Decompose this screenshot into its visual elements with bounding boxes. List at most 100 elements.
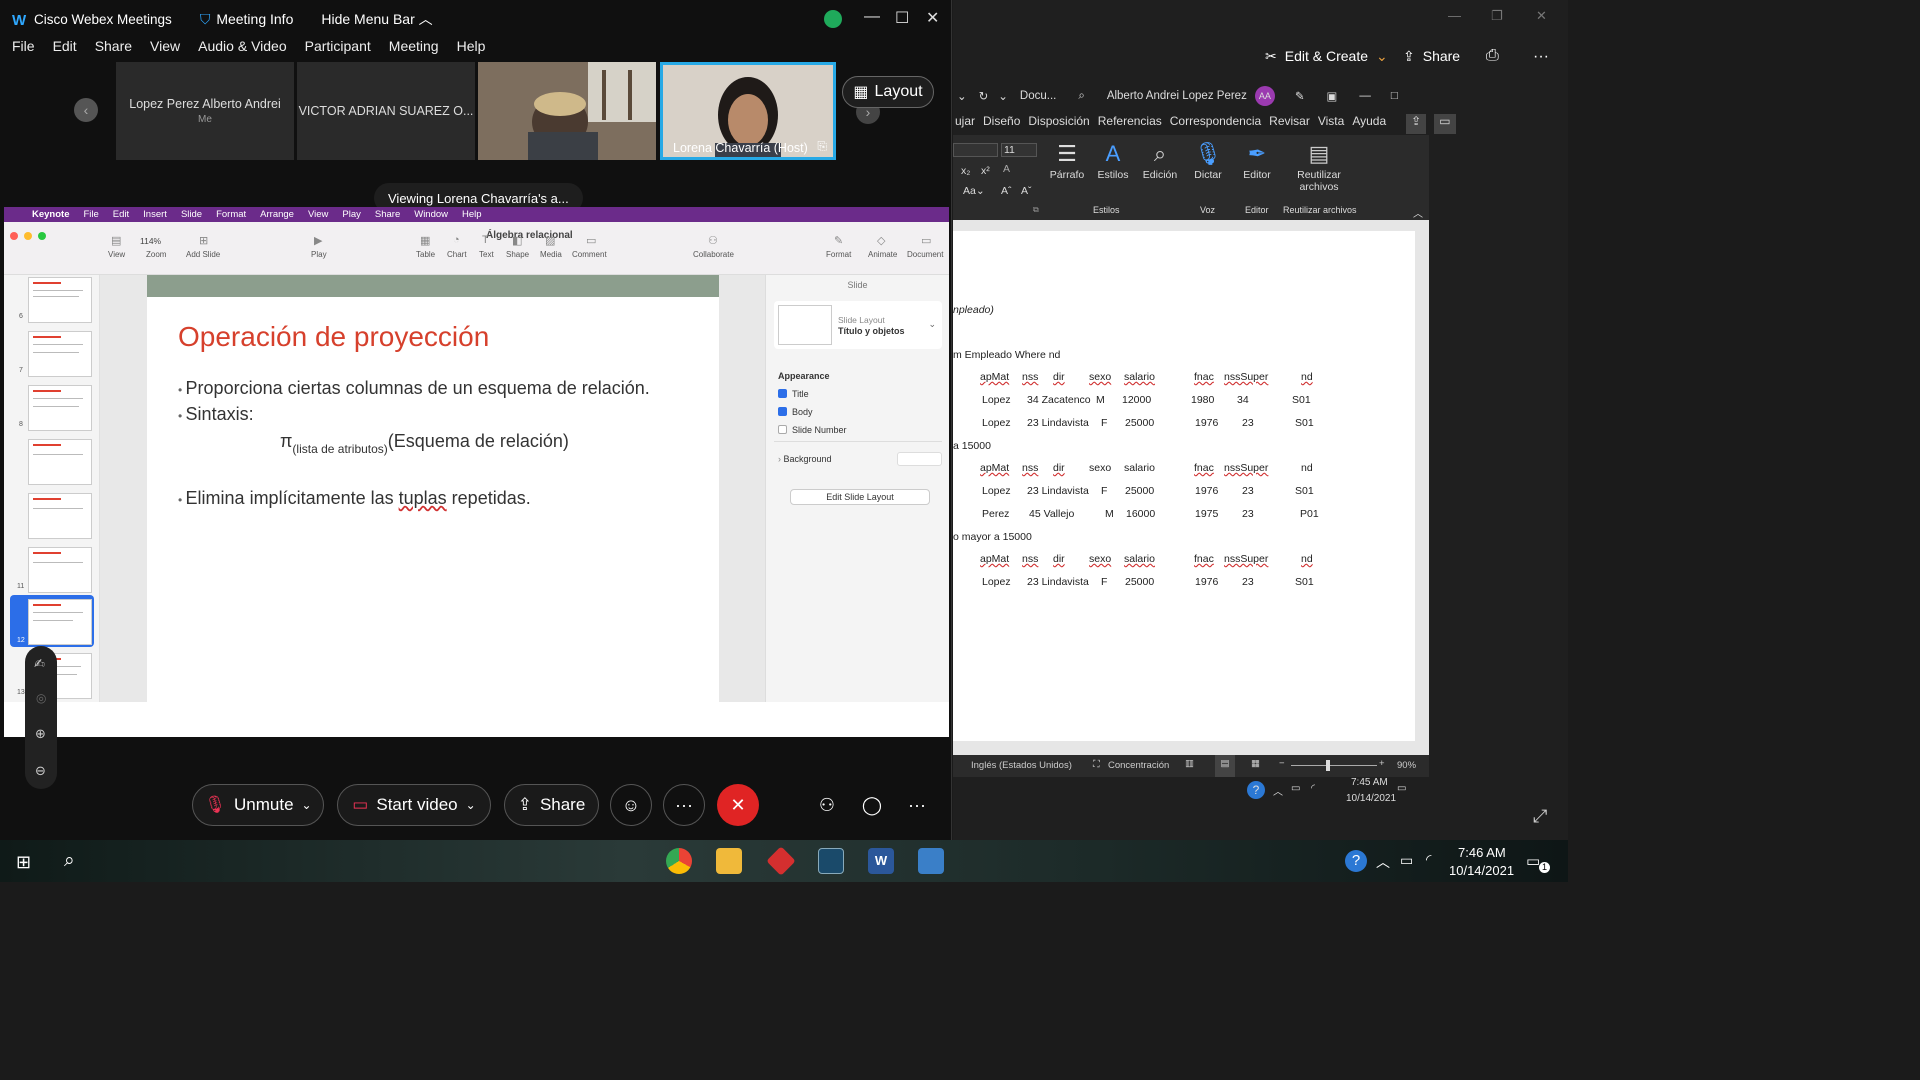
language-status[interactable]: Inglés (Estados Unidos): [971, 760, 1072, 771]
redo-icon[interactable]: ↻: [979, 89, 989, 103]
menu-participant[interactable]: Participant: [305, 38, 371, 60]
chevron-down-icon[interactable]: ⌄: [302, 798, 312, 812]
more-icon[interactable]: ···: [1533, 48, 1549, 66]
help-icon[interactable]: ?: [1247, 781, 1265, 799]
tab-diseno[interactable]: Diseño: [983, 114, 1020, 134]
change-case-icon[interactable]: Aa⌄: [963, 185, 985, 197]
restore-icon[interactable]: ❐: [1491, 8, 1503, 24]
menu-meeting[interactable]: Meeting: [389, 38, 439, 60]
zoom-slider[interactable]: [1291, 765, 1377, 766]
grow-font-icon[interactable]: Aˆ: [1001, 185, 1012, 197]
tab-vista[interactable]: Vista: [1318, 114, 1344, 134]
windows-start-icon[interactable]: ⊞: [16, 852, 31, 873]
print-icon[interactable]: ⎙: [1486, 47, 1499, 65]
close-icon[interactable]: ✕: [926, 8, 939, 28]
tab-ayuda[interactable]: Ayuda: [1352, 114, 1386, 134]
background-row[interactable]: › Background: [778, 454, 832, 464]
font-name-field[interactable]: [953, 143, 998, 157]
dropdown-icon[interactable]: ⌄: [998, 89, 1008, 103]
slide-thumbnail-selected[interactable]: [28, 599, 92, 645]
ribbon-display-icon[interactable]: ▣: [1326, 89, 1337, 103]
body-checkbox[interactable]: Body: [778, 407, 813, 417]
expand-icon[interactable]: ⤢: [1533, 806, 1547, 827]
menu-edit[interactable]: Edit: [53, 38, 77, 60]
lock-icon[interactable]: ◎: [36, 691, 46, 705]
styles-button[interactable]: A Estilos: [1093, 141, 1133, 181]
pen-icon[interactable]: ✎: [1295, 89, 1305, 103]
zoom-in-icon[interactable]: ⊕: [35, 726, 46, 742]
background-color-well[interactable]: [897, 452, 942, 466]
zoom-out-icon[interactable]: −: [1279, 758, 1285, 769]
zoom-in-icon[interactable]: +: [1379, 758, 1385, 769]
clock-time[interactable]: 7:46 AM: [1458, 845, 1506, 860]
share-ribbon-icon[interactable]: ⇪: [1406, 114, 1427, 134]
menu-share[interactable]: Share: [95, 38, 132, 60]
restore-icon[interactable]: □: [1391, 90, 1398, 102]
tab-referencias[interactable]: Referencias: [1098, 114, 1162, 134]
start-video-button[interactable]: ▭ Start video ⌄: [337, 784, 491, 826]
text-effects-icon[interactable]: A: [1003, 163, 1010, 175]
notification-icon[interactable]: ▭: [1397, 783, 1406, 794]
unmute-button[interactable]: 🎙︎ Unmute ⌄: [192, 784, 324, 826]
reactions-button[interactable]: ☺: [610, 784, 652, 826]
minimize-icon[interactable]: —: [864, 8, 880, 26]
participant-tile[interactable]: Lopez Perez Alberto Andrei Me: [116, 62, 294, 160]
word-taskbar-icon[interactable]: W: [868, 848, 894, 874]
layout-button[interactable]: ▦ Layout: [842, 76, 934, 108]
participants-button[interactable]: ⚇: [806, 784, 848, 826]
photos-icon[interactable]: [918, 848, 944, 874]
help-icon[interactable]: ?: [1345, 850, 1367, 872]
superscript-icon[interactable]: x²: [981, 165, 990, 177]
chevron-down-icon[interactable]: ⌄: [466, 798, 476, 812]
webex-taskbar-icon[interactable]: [818, 848, 844, 874]
zoom-slider-thumb[interactable]: [1326, 760, 1330, 771]
paragraph-button[interactable]: ☰ Párrafo: [1047, 141, 1087, 181]
editing-button[interactable]: ⌕ Edición: [1139, 141, 1181, 181]
document-page[interactable]: npleado) m Empleado Where nd apMat nss d…: [953, 231, 1415, 741]
edit-slide-layout-button[interactable]: Edit Slide Layout: [790, 489, 930, 505]
editor-button[interactable]: ✒ Editor: [1238, 141, 1276, 181]
meeting-info-button[interactable]: ⛉ Meeting Info: [200, 11, 294, 28]
tab-dibujar[interactable]: ujar: [955, 114, 975, 134]
current-slide[interactable]: Operación de proyección • Proporciona ci…: [147, 275, 719, 702]
dictate-button[interactable]: 🎙︎ Dictar: [1189, 141, 1227, 181]
participant-tile[interactable]: VICTOR ADRIAN SUAREZ O...: [297, 62, 475, 160]
search-icon[interactable]: ⌕: [1078, 90, 1084, 103]
focus-label[interactable]: Concentración: [1108, 760, 1169, 771]
title-checkbox[interactable]: Title: [778, 389, 809, 399]
tab-revisar[interactable]: Revisar: [1269, 114, 1310, 134]
share-button[interactable]: ⇪ Share: [1403, 48, 1460, 65]
print-layout-icon[interactable]: ▤: [1215, 755, 1235, 777]
chat-button[interactable]: ◯: [851, 784, 893, 826]
hide-menu-bar-button[interactable]: Hide Menu Bar ︿: [321, 9, 432, 29]
share-button[interactable]: ⇪ Share: [504, 784, 599, 826]
chevron-up-icon[interactable]: ︿: [1273, 783, 1283, 798]
minimize-icon[interactable]: —: [1448, 8, 1461, 23]
active-speaker-tile[interactable]: Lorena Chavarría (Host) ⎘: [660, 62, 836, 160]
maximize-icon[interactable]: ☐: [895, 8, 909, 28]
slide-number-checkbox[interactable]: Slide Number: [778, 425, 847, 435]
zoom-out-icon[interactable]: ⊖: [35, 763, 46, 779]
chevron-down-icon[interactable]: ⌄: [957, 89, 967, 103]
font-size-field[interactable]: 11: [1001, 143, 1037, 157]
pen-icon[interactable]: ✍: [34, 656, 45, 672]
menu-file[interactable]: File: [12, 38, 35, 60]
menu-view[interactable]: View: [150, 38, 180, 60]
read-mode-icon[interactable]: ▥: [1185, 758, 1194, 769]
chevron-up-icon[interactable]: ︿: [1376, 852, 1390, 872]
web-layout-icon[interactable]: ▦: [1251, 758, 1260, 769]
dialog-launcher-icon[interactable]: ⧉: [1033, 205, 1039, 215]
more-options-button[interactable]: ···: [663, 784, 705, 826]
comments-icon[interactable]: ▭: [1434, 114, 1456, 134]
anydesk-icon[interactable]: [766, 846, 796, 876]
edit-create-button[interactable]: ✂ Edit & Create ⌄: [1265, 48, 1388, 65]
slide-layout-picker[interactable]: Slide Layout Título y objetos ⌄: [774, 301, 942, 349]
menu-audio-video[interactable]: Audio & Video: [198, 38, 286, 60]
collapse-ribbon-icon[interactable]: ︿: [1413, 205, 1423, 220]
menu-help[interactable]: Help: [457, 38, 486, 60]
chrome-icon[interactable]: [666, 848, 692, 874]
leave-meeting-button[interactable]: ✕: [717, 784, 759, 826]
user-avatar[interactable]: AA: [1254, 86, 1275, 106]
zoom-level[interactable]: 90%: [1397, 760, 1416, 771]
panel-more-button[interactable]: ···: [896, 784, 938, 826]
